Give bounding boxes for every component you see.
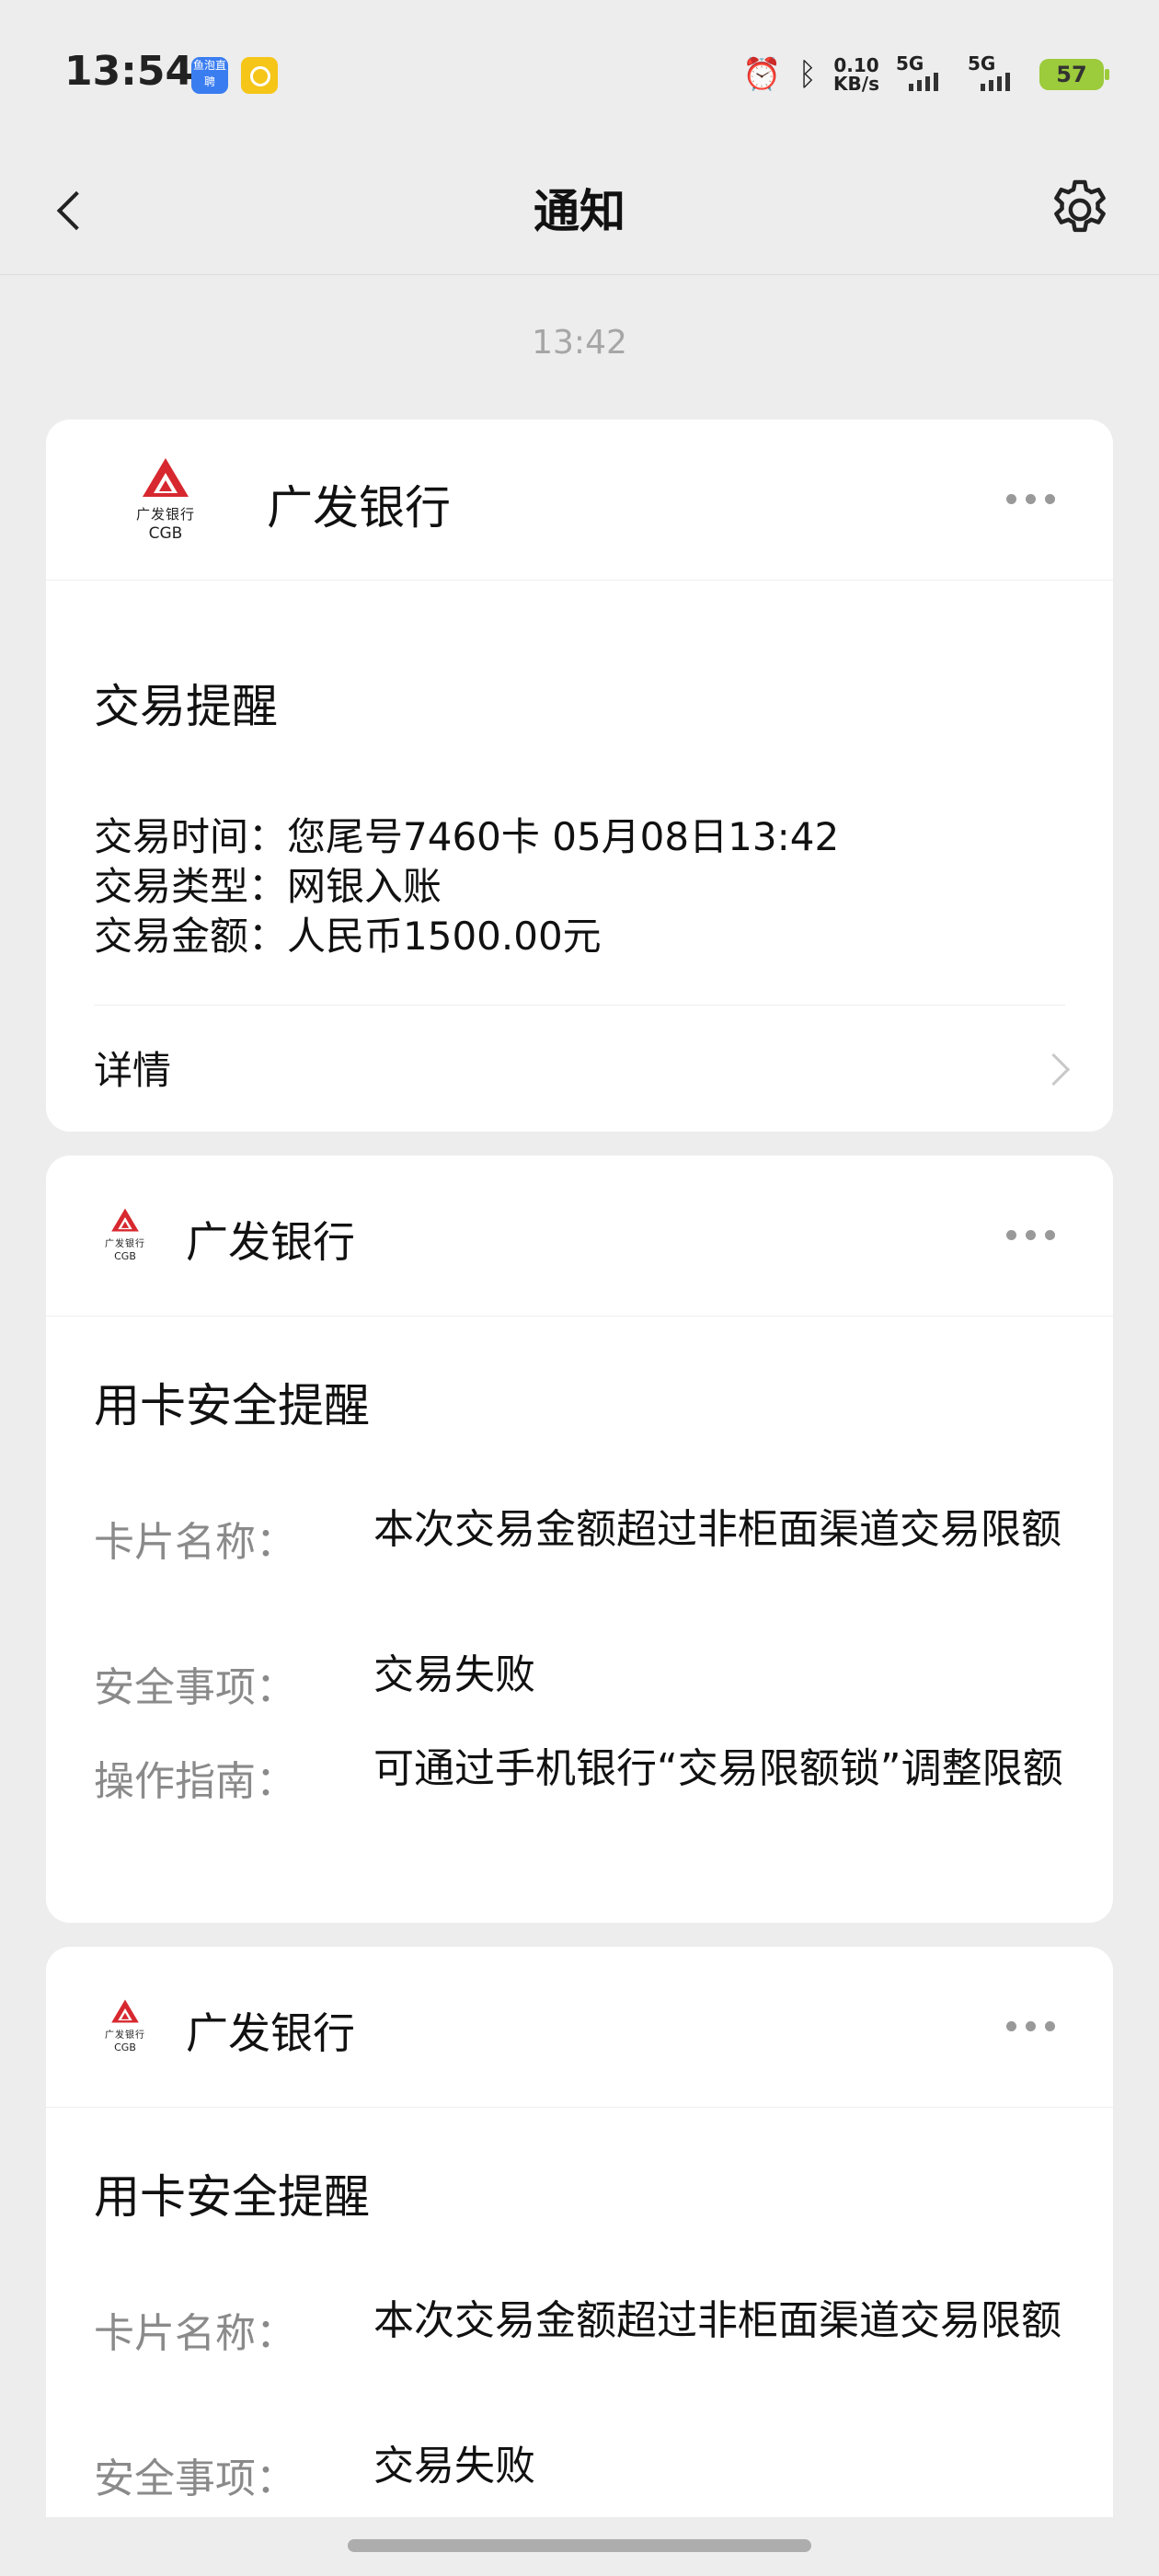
status-bar: 13:54 鱼泡直聘 ⏰ ᛒ 0.10 KB/s 5G 5G 57 xyxy=(0,0,1159,147)
cgb-logo: 广发银行 CGB xyxy=(105,1207,145,1262)
card-safety-notice-card[interactable]: 广发银行 CGB 广发银行 用卡安全提醒 卡片名称： 本次交易金额超过非柜面渠道… xyxy=(46,1947,1113,2517)
bank-name: 广发银行 xyxy=(186,2008,355,2058)
field-key-operation-guide: 操作指南： xyxy=(94,1758,296,1805)
network-speed-value: 0.10 xyxy=(833,54,879,76)
network-speed: 0.10 KB/s xyxy=(833,56,879,93)
bank-name: 广发银行 xyxy=(186,1217,355,1267)
cgb-logo-icon xyxy=(143,458,189,497)
field-value-card-name: 本次交易金额超过非柜面渠道交易限额 xyxy=(373,2297,1061,2344)
chevron-right-icon xyxy=(1037,1052,1071,1087)
field-value-card-name: 本次交易金额超过非柜面渠道交易限额 xyxy=(373,1506,1061,1553)
yupao-app-icon: 鱼泡直聘 xyxy=(191,57,228,94)
field-value-security-item: 交易失败 xyxy=(373,2443,535,2490)
cgb-logo-icon xyxy=(111,1208,139,1232)
cgb-logo: 广发银行 CGB xyxy=(136,456,195,543)
card-header: 广发银行 CGB 广发银行 xyxy=(46,1947,1113,2108)
notification-app-icon xyxy=(241,57,278,94)
field-key-security-item: 安全事项： xyxy=(94,2455,296,2502)
logo-text-cn: 广发银行 xyxy=(105,2030,145,2041)
status-time: 13:54 xyxy=(64,48,194,95)
card-divider xyxy=(94,1005,1065,1006)
card-title: 交易提醒 xyxy=(94,680,278,733)
signal-icon-2: 5G xyxy=(968,52,1023,93)
message-timestamp: 13:42 xyxy=(532,324,627,362)
logo-text-en: CGB xyxy=(114,1250,136,1262)
cgb-logo-icon xyxy=(111,1999,139,2023)
more-icon[interactable] xyxy=(1006,1224,1065,1246)
nav-bar: 通知 xyxy=(0,147,1159,275)
logo-text-en: CGB xyxy=(114,2041,136,2053)
card-safety-notice-card[interactable]: 广发银行 CGB 广发银行 用卡安全提醒 卡片名称： 本次交易金额超过非柜面渠道… xyxy=(46,1156,1113,1923)
settings-gear-icon[interactable] xyxy=(1045,175,1115,245)
detail-link[interactable]: 详情 xyxy=(94,1040,171,1096)
transaction-notice-card[interactable]: 广发银行 CGB 广发银行 交易提醒 交易时间：您尾号7460卡 05月08日1… xyxy=(46,420,1113,1132)
field-value-security-item: 交易失败 xyxy=(373,1651,535,1698)
field-key-card-name: 卡片名称： xyxy=(94,2310,296,2357)
card-header: 广发银行 CGB 广发银行 xyxy=(46,420,1113,581)
page-title: 通知 xyxy=(534,185,625,238)
bluetooth-icon: ᛒ xyxy=(798,56,818,93)
signal-label-2: 5G xyxy=(968,52,996,75)
transaction-amount: 交易金额：人民币1500.00元 xyxy=(94,914,602,959)
transaction-type: 交易类型：网银入账 xyxy=(94,864,442,909)
home-indicator[interactable] xyxy=(348,2539,811,2552)
cgb-logo: 广发银行 CGB xyxy=(105,1998,145,2053)
transaction-time: 交易时间：您尾号7460卡 05月08日13:42 xyxy=(94,814,840,859)
battery-icon: 57 xyxy=(1039,59,1109,90)
logo-text-cn: 广发银行 xyxy=(105,1239,145,1249)
field-value-operation-guide: 可通过手机银行“交易限额锁”调整限额 xyxy=(373,1745,1063,1792)
signal-label-1: 5G xyxy=(896,52,924,75)
card-title: 用卡安全提醒 xyxy=(94,2170,370,2224)
card-header: 广发银行 CGB 广发银行 xyxy=(46,1156,1113,1317)
more-icon[interactable] xyxy=(1006,2015,1065,2037)
bank-name: 广发银行 xyxy=(267,481,451,535)
status-icons: ⏰ ᛒ 0.10 KB/s 5G 5G 57 xyxy=(742,52,1109,98)
signal-icon-1: 5G xyxy=(896,52,951,93)
logo-text-cn: 广发银行 xyxy=(136,506,196,523)
network-speed-unit: KB/s xyxy=(833,73,879,95)
field-key-card-name: 卡片名称： xyxy=(94,1519,296,1566)
logo-text-en: CGB xyxy=(148,524,183,543)
card-title: 用卡安全提醒 xyxy=(94,1379,370,1432)
alarm-icon: ⏰ xyxy=(742,56,782,93)
more-icon[interactable] xyxy=(1006,488,1065,510)
field-key-security-item: 安全事项： xyxy=(94,1664,296,1711)
